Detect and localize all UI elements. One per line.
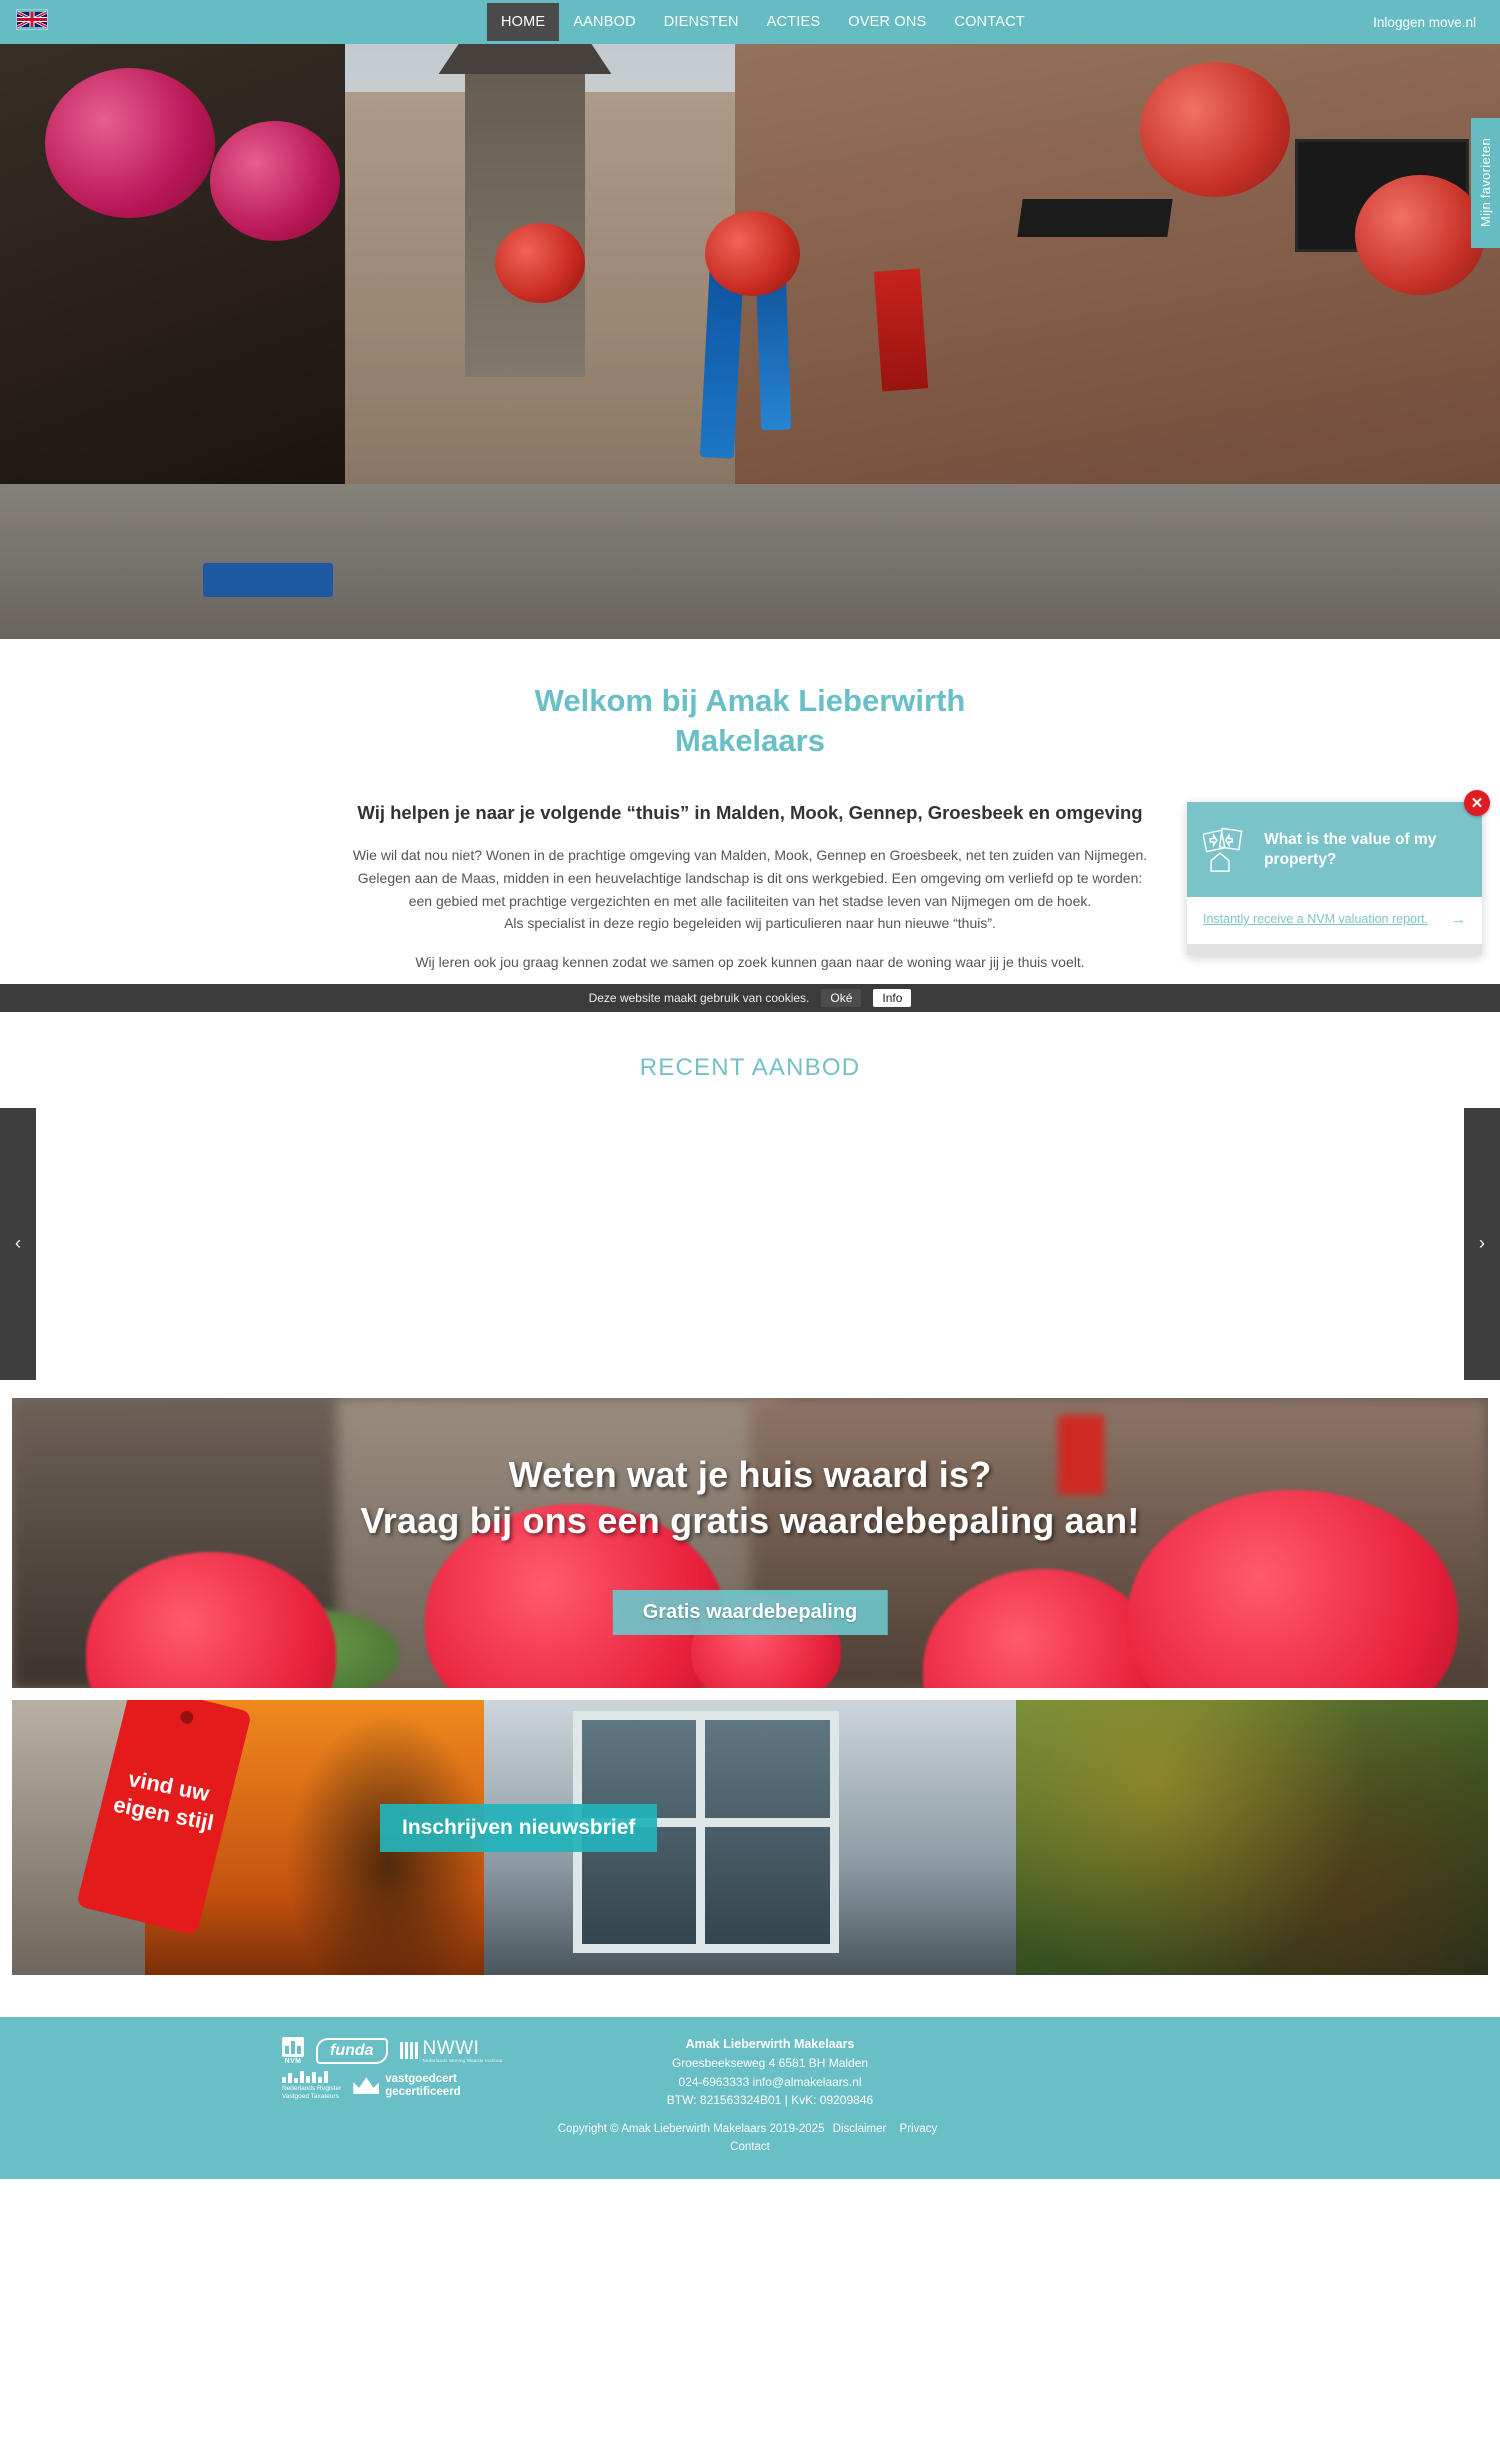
cookie-message: Deze website maakt gebruik van cookies. [588,990,810,1005]
valuation-popup: ✕ What is the value of my property? Inst… [1187,790,1490,955]
valuation-report-link[interactable]: Instantly receive a NVM valuation report… [1203,911,1428,927]
recent-listings-heading: RECENT AANBOD [639,1053,861,1081]
arrow-right-icon[interactable]: → [1451,911,1466,928]
vastgoedcert-line-1: vastgoedcert [385,2072,457,2085]
nav-label: OVER ONS [848,14,927,30]
footer-registration: BTW: 821563324B01 | KvK: 09209846 [666,2093,874,2108]
nwwi-text-block: NWWI Nederlands Woning Waarde Instituut [423,2039,503,2063]
footer-copyright-text: Copyright © Amak Lieberwirth Makelaars 2… [557,2122,825,2135]
nav-label: HOME [501,14,546,30]
newsletter-foliage [1015,1699,1488,1975]
listings-carousel: ‹ › [0,1107,1500,1380]
footer-address: Groesbeekseweg 4 6581 BH Malden [671,2056,869,2071]
nrvt-bars-icon [282,2070,341,2083]
nav-item-contact[interactable]: CONTACT [940,3,1038,41]
footer-certification-logos: NVM funda NWWI Nederlands Woning Waarde … [282,2036,503,2101]
nrvt-line-1: Nederlands Register [282,2084,342,2092]
vastgoedcert-label: vastgoedcert gecertificeerd [385,2073,460,2099]
nrvt-logo-label: Nederlands Register Vastgoed Taxateurs [282,2085,341,2101]
hero-overlay [0,44,1500,639]
recent-listings-section: RECENT AANBOD ‹ › [0,1011,1500,1380]
nwwi-logo: NWWI Nederlands Woning Waarde Instituut [399,2039,503,2063]
nwwi-logo-label: NWWI [422,2037,480,2059]
newsletter-subscribe-button[interactable]: Inschrijven nieuwsbrief [380,1803,658,1852]
chevron-right-icon[interactable]: › [1464,1107,1500,1380]
footer-link-disclaimer[interactable]: Disclaimer [833,2123,887,2135]
footer-contact-block: Amak Lieberwirth Makelaars Groesbeeksewe… [40,2035,1500,2110]
valuation-banner-line-1: Weten wat je huis waard is? [508,1453,992,1495]
valuation-popup-title: What is the value of my property? [1264,831,1437,868]
nvm-logo-label: NVM [284,2057,302,2065]
footer-link-contact-row: Contact [0,2138,1500,2156]
valuation-banner-text: Weten wat je huis waard is? Vraag bij on… [12,1452,1488,1544]
favorites-tab-label: Mijn favorieten [1478,138,1493,228]
favorites-side-tab[interactable]: Mijn favorieten [1471,118,1500,248]
valuation-popup-body: Instantly receive a NVM valuation report… [1187,897,1482,944]
footer-contact-details: 024-6963333 info@almakelaars.nl [678,2074,862,2089]
newsletter-banner[interactable]: vind uw eigen stijl Inschrijven nieuwsbr… [12,1699,1488,1975]
nav-label: AANBOD [573,14,636,30]
nav-label: DIENSTEN [663,14,739,30]
close-icon[interactable]: ✕ [1464,790,1490,816]
footer-logo-row-top: NVM funda NWWI Nederlands Woning Waarde … [282,2036,503,2065]
valuation-banner[interactable]: Weten wat je huis waard is? Vraag bij on… [12,1397,1488,1688]
nvm-logo: NVM [282,2036,304,2065]
cookie-accept-button[interactable]: Oké [821,988,862,1007]
footer-spacer [0,1974,1500,2017]
house-valuation-icon [1203,827,1243,872]
nwwi-bars-icon [399,2042,418,2060]
funda-logo: funda [316,2037,388,2064]
chevron-left-icon[interactable]: ‹ [0,1107,36,1380]
nav-label: ACTIES [766,14,821,30]
page-title: Welkom bij Amak Lieberwirth Makelaars [534,683,966,758]
footer-link-privacy[interactable]: Privacy [900,2123,938,2135]
nrvt-line-2: Vastgoed Taxateurs [282,2092,339,2100]
hero-image: Mijn favorieten [0,44,1500,639]
login-link[interactable]: Inloggen move.nl [1373,15,1476,30]
valuation-popup-header: What is the value of my property? [1187,802,1482,897]
footer-link-contact[interactable]: Contact [730,2141,770,2153]
footer-company-name: Amak Lieberwirth Makelaars [685,2036,855,2051]
nrvt-logo: Nederlands Register Vastgoed Taxateurs [282,2070,341,2101]
footer-logo-row-bottom: Nederlands Register Vastgoed Taxateurs v… [282,2070,503,2101]
hero-street-photo [0,44,1500,639]
nav-item-acties[interactable]: ACTIES [753,3,835,41]
cookie-info-button[interactable]: Info [873,988,912,1007]
crown-icon [353,2077,380,2095]
nav-label: CONTACT [954,14,1025,30]
main-menu: HOME AANBOD DIENSTEN ACTIES OVER ONS CON… [487,0,1039,44]
nwwi-logo-sublabel: Nederlands Woning Waarde Instituut [422,2057,503,2063]
cookie-bar: Deze website maakt gebruik van cookies. … [0,983,1500,1012]
valuation-banner-line-2: Vraag bij ons een gratis waardebepaling … [360,1499,1140,1541]
nav-item-over-ons[interactable]: OVER ONS [834,3,940,41]
top-navigation-bar: HOME AANBOD DIENSTEN ACTIES OVER ONS CON… [0,0,1500,44]
site-footer: NVM funda NWWI Nederlands Woning Waarde … [0,2016,1500,2179]
nav-item-aanbod[interactable]: AANBOD [559,3,649,41]
free-valuation-button[interactable]: Gratis waardebepaling [612,1589,888,1635]
price-tag-hole [178,1709,195,1725]
nvm-mark-icon [282,2036,304,2057]
uk-flag-icon[interactable] [16,9,48,30]
vastgoedcert-logo: vastgoedcert gecertificeerd [353,2073,461,2099]
vastgoedcert-line-2: gecertificeerd [385,2085,461,2098]
nav-item-diensten[interactable]: DIENSTEN [650,3,753,41]
nav-item-home[interactable]: HOME [487,3,560,41]
price-tag-text: vind uw eigen stijl [100,1761,232,1840]
valuation-popup-footer [1187,944,1482,955]
uk-flag-svg [17,10,47,29]
footer-copyright-block: Copyright © Amak Lieberwirth Makelaars 2… [0,2120,1500,2157]
